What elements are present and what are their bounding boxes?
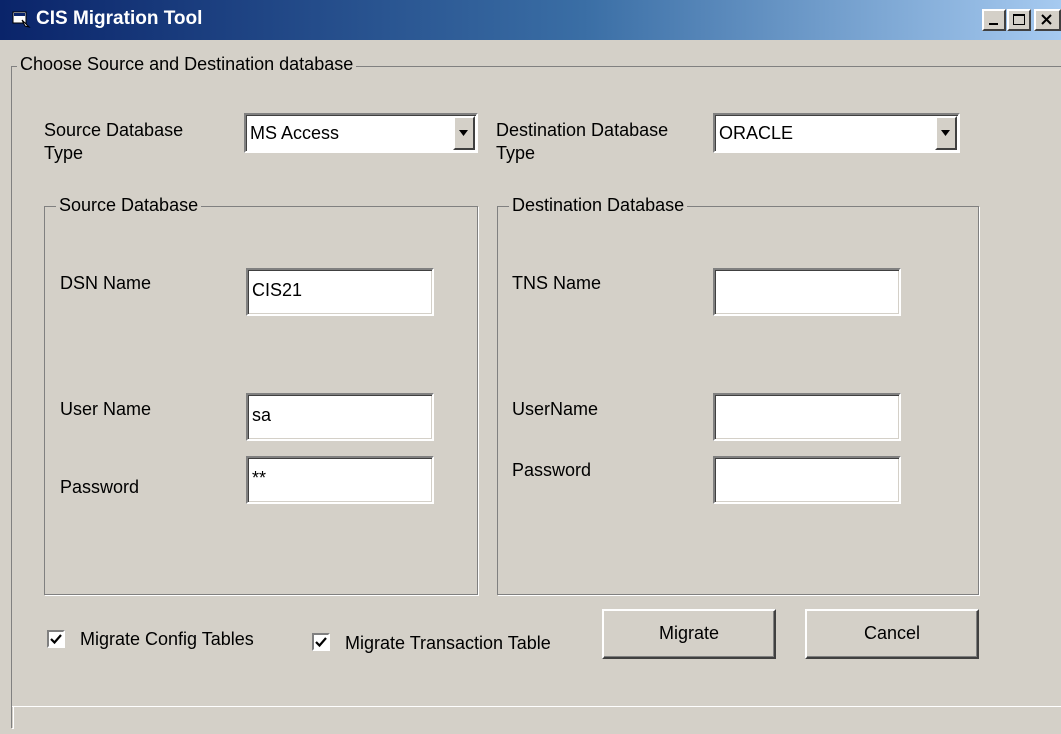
maximize-button[interactable] bbox=[1007, 9, 1031, 31]
cancel-button[interactable]: Cancel bbox=[805, 609, 979, 659]
source-password-input[interactable]: ** bbox=[246, 456, 434, 504]
destination-type-dropdown-button[interactable] bbox=[935, 116, 957, 150]
minimize-button[interactable] bbox=[982, 9, 1006, 31]
title-bar[interactable]: CIS Migration Tool bbox=[0, 0, 1061, 40]
destination-type-label-line2: Type bbox=[496, 143, 536, 163]
source-type-value: MS Access bbox=[250, 123, 340, 143]
chevron-down-icon bbox=[455, 130, 473, 154]
source-type-label-line2: Type bbox=[44, 143, 84, 163]
destination-user-label: UserName bbox=[512, 399, 599, 419]
source-type-label: Source Database bbox=[44, 120, 184, 140]
migrate-transaction-checkbox[interactable] bbox=[312, 633, 330, 651]
migrate-config-label[interactable]: Migrate Config Tables bbox=[80, 628, 254, 651]
destination-type-label: Destination Database bbox=[496, 120, 669, 140]
dsn-name-input[interactable]: CIS21 bbox=[246, 268, 434, 316]
window-title: CIS Migration Tool bbox=[36, 8, 203, 29]
main-group-legend: Choose Source and Destination database bbox=[17, 54, 357, 75]
migrate-config-checkbox[interactable] bbox=[47, 630, 65, 648]
migration-tool-window: CIS Migration Tool Choose Source and Des… bbox=[0, 0, 1061, 734]
source-type-dropdown-button[interactable] bbox=[453, 116, 475, 150]
close-button[interactable] bbox=[1034, 9, 1061, 31]
source-type-combo[interactable]: MS Access bbox=[244, 113, 478, 153]
destination-password-label: Password bbox=[512, 460, 592, 480]
source-password-label: Password bbox=[60, 477, 140, 497]
destination-user-input[interactable] bbox=[713, 393, 901, 441]
migrate-button[interactable]: Migrate bbox=[602, 609, 776, 659]
migrate-transaction-label[interactable]: Migrate Transaction Table bbox=[345, 632, 551, 655]
destination-db-legend: Destination Database bbox=[509, 195, 688, 216]
destination-type-value: ORACLE bbox=[719, 123, 794, 143]
app-icon bbox=[12, 10, 32, 28]
tns-name-label: TNS Name bbox=[512, 273, 602, 293]
left-edge-stub bbox=[11, 706, 13, 728]
source-user-input[interactable]: sa bbox=[246, 393, 434, 441]
chevron-down-icon bbox=[937, 130, 955, 154]
dsn-name-label: DSN Name bbox=[60, 273, 152, 293]
source-user-label: User Name bbox=[60, 399, 152, 419]
destination-password-input[interactable] bbox=[713, 456, 901, 504]
source-db-legend: Source Database bbox=[56, 195, 202, 216]
destination-type-combo[interactable]: ORACLE bbox=[713, 113, 960, 153]
tns-name-input[interactable] bbox=[713, 268, 901, 316]
